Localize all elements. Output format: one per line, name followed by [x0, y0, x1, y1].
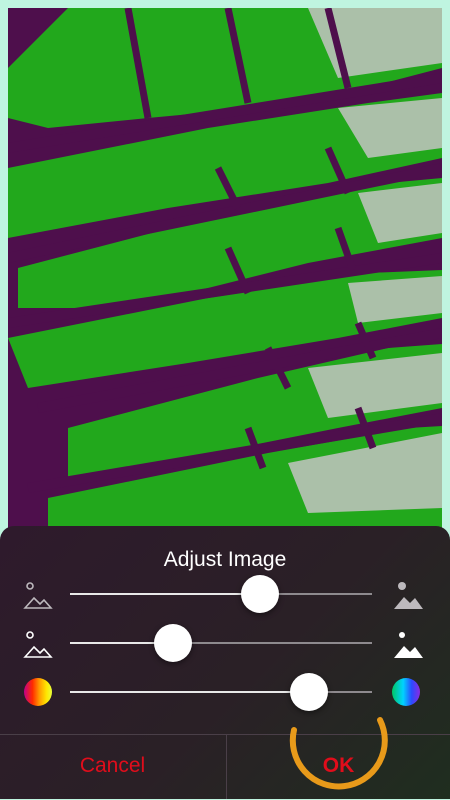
photo-preview	[8, 8, 442, 528]
color-wheel-warm-icon	[24, 678, 52, 706]
color-wheel-cool-icon	[392, 678, 420, 706]
landscape-outline-icon	[22, 623, 54, 663]
contrast-slider-track[interactable]	[70, 642, 372, 644]
landscape-small-outline-icon	[22, 574, 54, 614]
ok-button[interactable]: OK	[226, 736, 450, 796]
contrast-slider-thumb[interactable]	[153, 624, 192, 662]
landscape-large-filled-icon	[392, 574, 424, 614]
brightness-slider-fill	[70, 593, 261, 595]
cancel-button[interactable]: Cancel	[0, 736, 225, 796]
brightness-slider-thumb[interactable]	[241, 575, 280, 613]
saturation-slider-thumb[interactable]	[289, 673, 328, 711]
saturation-slider-row	[0, 672, 450, 712]
dialog-title: Adjust Image	[163, 548, 287, 571]
brightness-slider-track[interactable]	[70, 593, 372, 595]
saturation-slider-fill	[70, 691, 309, 693]
brightness-slider-row	[0, 574, 450, 614]
contrast-slider-row	[0, 623, 450, 663]
adjust-image-panel: Adjust Image Cancel OK	[0, 526, 450, 799]
landscape-filled-icon	[392, 623, 424, 663]
button-divider-horizontal	[0, 734, 450, 735]
